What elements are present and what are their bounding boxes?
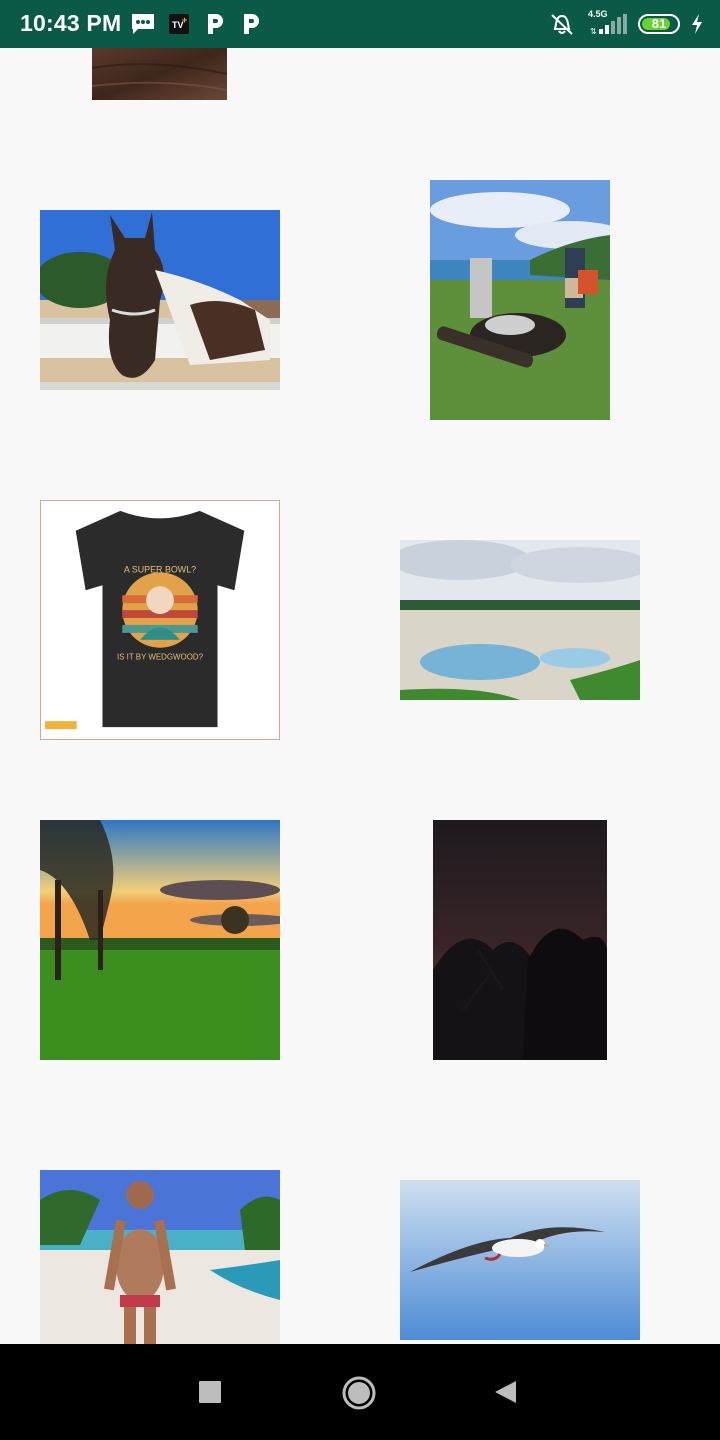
tshirt-photo[interactable]: A SUPER BOWL? IS IT BY WEDGWOOD? bbox=[40, 500, 280, 740]
alarm-off-icon bbox=[549, 11, 575, 42]
seagull-photo[interactable] bbox=[400, 1180, 640, 1340]
navigation-bar bbox=[0, 1344, 720, 1440]
status-bar: 10:43 PM TV + 4.5G ⇅ 81 bbox=[0, 0, 720, 48]
hot-spring-photo[interactable] bbox=[400, 540, 640, 700]
svg-text:⇅: ⇅ bbox=[590, 27, 597, 36]
recents-button[interactable] bbox=[198, 1380, 222, 1409]
back-button[interactable] bbox=[492, 1379, 518, 1410]
message-icon bbox=[130, 12, 156, 41]
night-trees-photo[interactable] bbox=[433, 820, 607, 1060]
home-button[interactable] bbox=[341, 1375, 377, 1416]
signal-icon: ⇅ bbox=[590, 14, 630, 41]
charging-icon bbox=[690, 13, 704, 40]
svg-text:+: + bbox=[182, 15, 187, 25]
p-app-icon bbox=[204, 12, 226, 41]
sunset-park-photo[interactable] bbox=[40, 820, 280, 1060]
tshirt-caption-bottom: IS IT BY WEDGWOOD? bbox=[117, 653, 204, 662]
horse-photo[interactable] bbox=[40, 210, 280, 390]
status-time: 10:43 PM bbox=[20, 10, 122, 36]
battery-level: 81 bbox=[651, 16, 667, 31]
p-app-icon bbox=[240, 12, 262, 41]
battery-icon: 81 bbox=[638, 14, 680, 34]
campfire-photo[interactable] bbox=[430, 180, 610, 420]
square-icon bbox=[199, 1381, 221, 1403]
triangle-back-icon bbox=[495, 1381, 516, 1403]
image-gallery: A SUPER BOWL? IS IT BY WEDGWOOD? bbox=[0, 48, 720, 1344]
wood-photo[interactable] bbox=[92, 48, 227, 100]
tv-plus-icon: TV + bbox=[168, 13, 190, 40]
beach-avatar-photo[interactable] bbox=[40, 1170, 280, 1344]
circle-icon bbox=[342, 1376, 376, 1410]
tshirt-caption-top: A SUPER BOWL? bbox=[124, 564, 196, 574]
